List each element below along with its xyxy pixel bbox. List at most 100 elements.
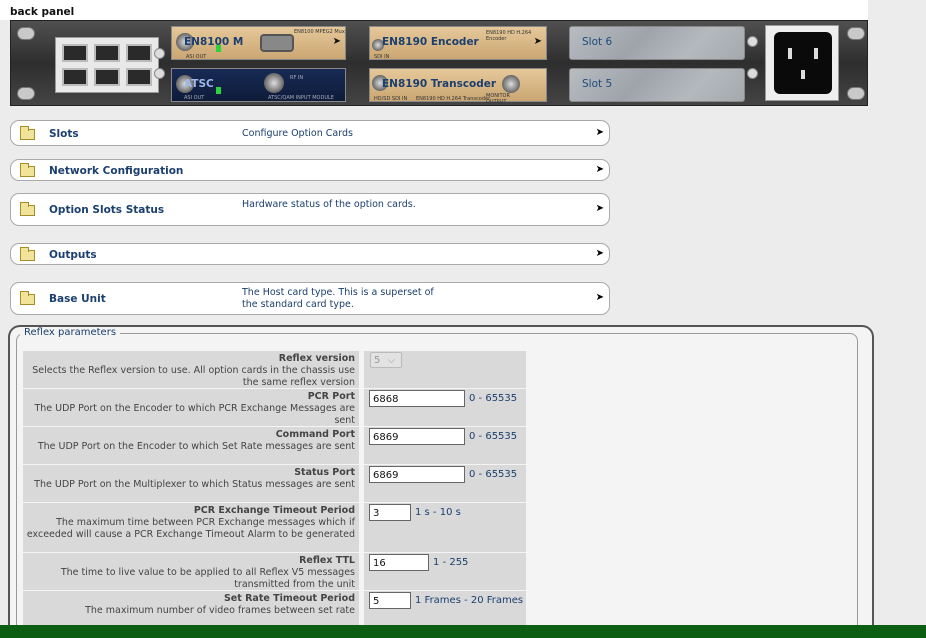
nav-row-label: Slots <box>49 128 79 140</box>
ethernet-port <box>62 44 88 62</box>
slot-5-label: Slot 5 <box>582 78 613 90</box>
slot-6-label: Slot 6 <box>582 36 613 48</box>
reflex-legend: Reflex parameters <box>20 327 121 338</box>
screw-icon <box>747 36 758 47</box>
command-port-input[interactable]: 6869 <box>369 428 465 445</box>
chevron-right-icon: ➤ <box>595 127 604 138</box>
ethernet-port <box>94 68 120 86</box>
slot-5[interactable]: Slot 5 <box>569 68 745 102</box>
nav-row-base-unit[interactable]: Base Unit The Host card type. This is a … <box>10 282 610 315</box>
nav-row-label: Network Configuration <box>49 165 184 177</box>
reflex-ttl-input[interactable]: 16 <box>369 554 429 571</box>
status-port-range: 0 - 65535 <box>469 469 518 480</box>
card-transcoder-monitor: MONITOR OUTPUT <box>486 93 510 105</box>
param-help: The maximum time between PCR Exchange me… <box>26 517 355 540</box>
power-socket-icon <box>774 32 832 94</box>
nav-row-desc: Hardware status of the option cards. <box>242 199 416 210</box>
nav-row-outputs[interactable]: Outputs ➤ <box>10 243 610 265</box>
ethernet-port <box>126 44 152 62</box>
param-help: The maximum number of video frames betwe… <box>85 605 355 616</box>
status-led-icon <box>216 87 221 94</box>
nav-row-label: Option Slots Status <box>49 204 165 216</box>
param-help: The time to live value to be applied to … <box>60 567 355 590</box>
screw-icon <box>154 68 165 79</box>
nav-row-slots[interactable]: Slots Configure Option Cards ➤ <box>10 120 610 146</box>
card-encoder-sdi: SDI IN <box>374 54 390 60</box>
command-port-range: 0 - 65535 <box>469 431 518 442</box>
rack-ear-right-bottom <box>847 87 865 100</box>
rf-connector-icon <box>264 73 284 93</box>
reflex-version-select[interactable]: 5 ⌵ <box>370 352 402 368</box>
card-transcoder-tag: EN8190 HD H.264 Transcoder <box>416 96 491 102</box>
chevron-right-icon: ➤ <box>595 248 604 259</box>
slot-6[interactable]: Slot 6 <box>569 26 745 60</box>
param-name: Status Port <box>294 467 355 478</box>
param-help: The UDP Port on the Encoder to which PCR… <box>34 403 355 426</box>
card-atsc[interactable]: ATSC RF IN ATSC/QAM INPUT MODULE ASI OUT <box>171 68 346 102</box>
chevron-right-icon: ➤ <box>595 164 604 175</box>
param-help: The UDP Port on the Multiplexer to which… <box>34 479 355 490</box>
param-name: Set Rate Timeout Period <box>223 593 355 604</box>
rack-ear-right-top <box>847 27 865 40</box>
param-pcr-exchange-timeout: PCR Exchange Timeout Period The maximum … <box>23 503 359 552</box>
chevron-right-icon: ➤ <box>595 292 604 303</box>
folder-icon <box>20 126 35 140</box>
reflex-ttl-range: 1 - 255 <box>433 557 469 568</box>
status-port-input[interactable]: 6869 <box>369 466 465 483</box>
param-name: Command Port <box>275 429 355 440</box>
footer-bar <box>0 625 926 638</box>
chevron-right-icon: ➤ <box>595 203 604 214</box>
chevron-down-icon: ⌵ <box>387 355 396 366</box>
rack-ear-left-bottom <box>17 87 35 100</box>
monitor-connector-icon <box>502 75 520 93</box>
card-atsc-module: ATSC/QAM INPUT MODULE <box>268 95 334 101</box>
screw-icon <box>747 68 758 79</box>
rack-ear-left-top <box>17 27 35 40</box>
folder-icon <box>20 247 35 261</box>
card-en8190-transcoder[interactable]: EN8190 Transcoder HD/SD SDI IN MONITOR O… <box>369 68 547 105</box>
param-help: The UDP Port on the Encoder to which Set… <box>37 441 355 452</box>
card-en8100-model: EN8100 MPEG2 Mux <box>294 29 345 35</box>
back-panel-title: back panel <box>0 0 868 20</box>
ethernet-ports <box>55 37 159 93</box>
pcr-exchange-timeout-input[interactable]: 3 <box>369 504 411 521</box>
screw-icon <box>154 48 165 59</box>
dsub-connector-icon <box>260 34 294 52</box>
param-name: PCR Port <box>307 391 355 402</box>
card-en8100-asi: ASI OUT <box>186 54 207 60</box>
chevron-right-icon: ➤ <box>332 36 341 47</box>
param-pcr-port: PCR Port The UDP Port on the Encoder to … <box>23 389 359 426</box>
nav-row-option-slots-status[interactable]: Option Slots Status Hardware status of t… <box>10 193 610 226</box>
nav-row-label: Base Unit <box>49 293 106 305</box>
param-command-port: Command Port The UDP Port on the Encoder… <box>23 427 359 464</box>
card-atsc-asi: ASI OUT <box>184 95 205 101</box>
nav-row-network-configuration[interactable]: Network Configuration ➤ <box>10 159 610 181</box>
nav-row-desc: Configure Option Cards <box>242 128 353 139</box>
pcr-port-input[interactable]: 6868 <box>369 390 465 407</box>
power-inlet <box>765 25 839 101</box>
card-en8100[interactable]: EN8100 M EN8100 MPEG2 Mux ASI OUT ➤ <box>171 26 346 60</box>
card-en8100-label: EN8100 M <box>184 36 244 48</box>
status-led-icon <box>216 45 221 52</box>
card-en8190-encoder[interactable]: EN8190 Encoder EN8190 HD H.264 Encoder S… <box>369 26 547 60</box>
pcr-exchange-timeout-range: 1 s - 10 s <box>415 507 461 518</box>
param-reflex-version: Reflex version Selects the Reflex versio… <box>23 351 359 388</box>
param-name: PCR Exchange Timeout Period <box>193 505 355 516</box>
chevron-right-icon: ➤ <box>533 36 542 47</box>
rack-back-panel: EN8100 M EN8100 MPEG2 Mux ASI OUT ➤ ATSC… <box>10 20 868 106</box>
card-atsc-label: ATSC <box>184 78 214 90</box>
folder-icon <box>20 202 35 216</box>
param-status-port: Status Port The UDP Port on the Multiple… <box>23 465 359 502</box>
pcr-port-range: 0 - 65535 <box>469 393 518 404</box>
param-help: Selects the Reflex version to use. All o… <box>32 365 355 388</box>
ethernet-port <box>94 44 120 62</box>
folder-icon <box>20 291 35 305</box>
param-name: Reflex version <box>278 353 355 364</box>
set-rate-timeout-input[interactable]: 5 <box>369 592 411 609</box>
param-name: Reflex TTL <box>299 555 355 566</box>
card-atsc-rf: RF IN <box>290 75 304 81</box>
card-encoder-tag: EN8190 HD H.264 Encoder <box>486 30 532 42</box>
nav-row-desc: The Host card type. This is a superset o… <box>242 287 434 310</box>
card-transcoder-sdi: HD/SD SDI IN <box>374 96 408 102</box>
folder-icon <box>20 163 35 177</box>
